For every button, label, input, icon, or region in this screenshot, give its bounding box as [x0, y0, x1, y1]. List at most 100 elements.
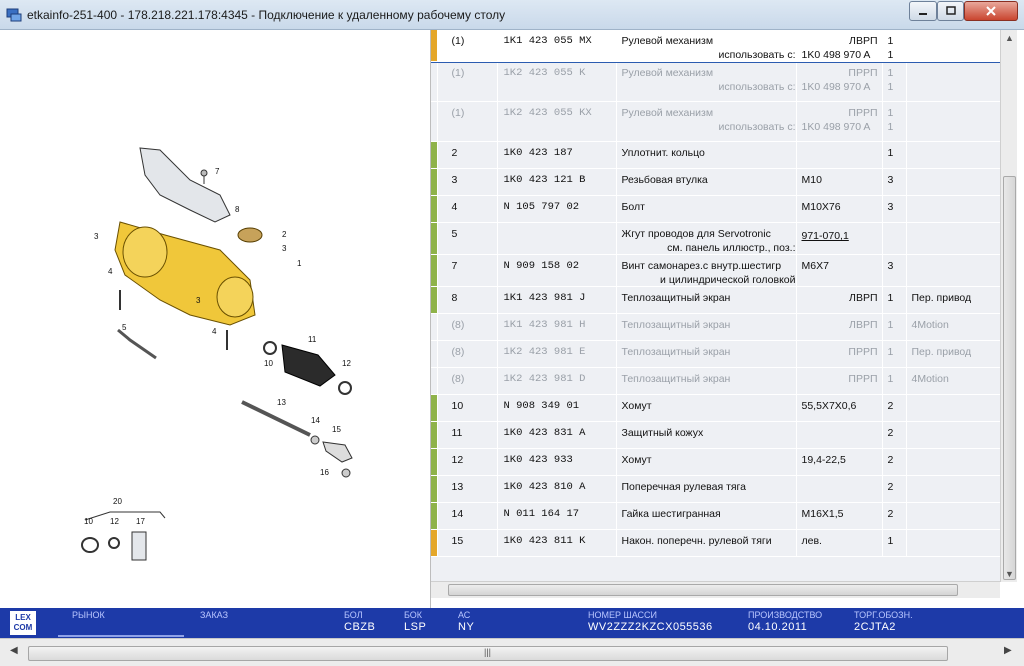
position-cell: (8)	[437, 340, 498, 368]
note-cell: 55,5X7X0,6	[796, 394, 883, 422]
parts-vertical-scrollbar[interactable]: ▲ ▼	[1000, 30, 1017, 582]
quantity-cell: 2	[882, 421, 907, 449]
parts-row[interactable]: 13 1K0 423 810 A Поперечная рулевая тяга 2	[431, 475, 1000, 503]
status-field-value: 2CJTA2	[854, 621, 896, 633]
maximize-icon	[945, 6, 956, 15]
parts-row[interactable]: 12 1K0 423 933 Хомут 19,4-22,5 2	[431, 448, 1000, 476]
parts-row[interactable]: (8) 1K2 423 981 E Теплозащитный экран ПРРП 1…	[431, 340, 1000, 368]
callout-label: 10	[84, 517, 93, 526]
part-number-cell[interactable]: 1K2 423 055 KX	[497, 101, 617, 142]
parts-row[interactable]: 5 Жгут проводов для Servotronic см. панель…	[431, 222, 1000, 255]
scroll-down-icon[interactable]: ▼	[1001, 566, 1018, 582]
description-cell: Защитный кожух	[616, 421, 797, 449]
parts-row[interactable]: 11 1K0 423 831 A Защитный кожух 2	[431, 421, 1000, 449]
parts-row[interactable]: 8 1K1 423 981 J Теплозащитный экран ЛВРП 1 Пе…	[431, 286, 1000, 314]
callout-label: 17	[136, 517, 145, 526]
parts-horizontal-scrollbar[interactable]	[431, 581, 1000, 598]
parts-row[interactable]: 10 N 908 349 01 Хомут 55,5X7X0,6 2	[431, 394, 1000, 422]
part-number-cell[interactable]: 1K2 423 981 D	[497, 367, 617, 395]
part-number-cell[interactable]: 1K1 423 981 J	[497, 286, 617, 314]
close-icon	[986, 6, 996, 16]
part-number-cell[interactable]: 1K0 423 811 K	[497, 529, 617, 557]
description-cell: Теплозащитный экран	[616, 286, 797, 314]
description-cell: Рулевой механизм использовать с:	[616, 30, 797, 62]
quantity-cell: 2	[882, 475, 907, 503]
remark-cell	[906, 502, 1000, 530]
scroll-up-icon[interactable]: ▲	[1001, 30, 1018, 46]
part-number-cell[interactable]: 1K0 423 810 A	[497, 475, 617, 503]
parts-row[interactable]: 14 N 011 164 17 Гайка шестигранная M16X1,5 2	[431, 502, 1000, 530]
callout-label: 16	[320, 468, 329, 477]
description-text: Теплозащитный экран	[621, 373, 731, 385]
quantity-subtext: 1	[887, 49, 894, 61]
part-number-cell[interactable]: 1K0 423 933	[497, 448, 617, 476]
quantity-text: 2	[887, 427, 894, 439]
part-number-cell[interactable]: 1K0 423 121 B	[497, 168, 617, 196]
position-cell: 12	[437, 448, 498, 476]
quantity-text: 1	[887, 107, 894, 119]
status-progress-line	[58, 635, 184, 637]
remark-cell	[906, 254, 1000, 287]
part-number-cell[interactable]: 1K0 423 831 A	[497, 421, 617, 449]
parts-row[interactable]: 4N 105 797 02 Болт M10X76 3	[431, 195, 1000, 223]
description-subtext: использовать с:	[718, 121, 796, 133]
tie-rod-end-part	[322, 441, 353, 463]
minimize-button[interactable]	[909, 1, 937, 21]
note-subtext: 1K0 498 970 A	[801, 49, 871, 61]
quantity-text: 3	[887, 201, 894, 213]
remark-cell	[906, 101, 1000, 142]
note-subtext[interactable]: 971-070,1	[802, 230, 882, 242]
position-cell: (8)	[437, 313, 498, 341]
description-text: Жгут проводов для Servotronic	[621, 228, 771, 240]
parts-row[interactable]: 2 1K0 423 187 Уплотнит. кольцо 1	[431, 141, 1000, 169]
remark-cell	[906, 475, 1000, 503]
callout-label: 20	[113, 497, 122, 506]
note-text: ЛВРП	[849, 35, 878, 47]
callout-label: 4	[108, 267, 113, 276]
part-number-cell[interactable]: N 105 797 02	[497, 195, 617, 223]
note-text: ПРРП	[848, 373, 878, 385]
description-text: Рулевой механизм	[621, 35, 714, 47]
parts-row[interactable]: (1) 1K1 423 055 MX Рулевой механизм использ…	[431, 30, 1000, 63]
parts-row[interactable]: (8) 1K1 423 981 H Теплозащитный экран ЛВРП 1…	[431, 313, 1000, 341]
maximize-button[interactable]	[937, 1, 964, 21]
status-field-label: АС	[458, 610, 471, 620]
part-number-cell[interactable]: N 909 158 02	[497, 254, 617, 287]
remark-cell: 4Motion	[906, 313, 1000, 341]
parts-row[interactable]: (1) 1K2 423 055 K Рулевой механизм использо…	[431, 61, 1000, 102]
part-number-cell[interactable]: N 011 164 17	[497, 502, 617, 530]
part-number-cell[interactable]	[497, 222, 617, 255]
note-cell: 971-070,1	[796, 222, 883, 255]
scroll-left-icon[interactable]: ◀	[10, 645, 18, 656]
description-cell: Након. поперечн. рулевой тяги	[616, 529, 797, 557]
part-number-cell[interactable]: 1K2 423 981 E	[497, 340, 617, 368]
parts-row[interactable]: (1) 1K2 423 055 KX Рулевой механизм использ…	[431, 101, 1000, 142]
quantity-text: 1	[887, 319, 894, 331]
part-number-cell[interactable]: N 908 349 01	[497, 394, 617, 422]
quantity-cell	[882, 222, 907, 255]
part-number-cell[interactable]: 1K1 423 981 H	[497, 313, 617, 341]
note-text: ПРРП	[848, 346, 878, 358]
parts-row[interactable]: 3 1K0 423 121 B Резьбовая втулка M10 3	[431, 168, 1000, 196]
part-number-cell[interactable]: 1K2 423 055 K	[497, 61, 617, 102]
scroll-thumb[interactable]	[1003, 176, 1016, 580]
close-button[interactable]	[964, 1, 1018, 21]
minimize-icon	[919, 13, 927, 15]
parts-row[interactable]: (8) 1K2 423 981 D Теплозащитный экран ПРРП 1…	[431, 367, 1000, 395]
position-cell: (1)	[437, 61, 498, 102]
status-field-label: РЫНОК	[72, 610, 105, 620]
part-number-cell[interactable]: 1K1 423 055 MX	[497, 30, 617, 62]
tie-rod-part	[241, 400, 311, 437]
scroll-thumb[interactable]	[448, 584, 958, 596]
parts-row[interactable]: 15 1K0 423 811 K Након. поперечн. рулевой …	[431, 529, 1000, 557]
remark-cell	[906, 61, 1000, 102]
quantity-cell: 2	[882, 448, 907, 476]
description-text: Уплотнит. кольцо	[621, 147, 705, 159]
quantity-cell: 3	[882, 168, 907, 196]
window-horizontal-scrollbar[interactable]: ◀ ||| ▶	[0, 638, 1024, 666]
part-number-cell[interactable]: 1K0 423 187	[497, 141, 617, 169]
parts-row[interactable]: 7N 909 158 02 Винт самонарез.с внутр.шест…	[431, 254, 1000, 287]
scroll-right-icon[interactable]: ▶	[1004, 645, 1012, 656]
steering-rack-diagram[interactable]: 7 8 2 3 1 3 4 5 3 4 10 11 12 13 14 15 16…	[70, 140, 370, 570]
status-field-value: LSP	[404, 621, 427, 633]
